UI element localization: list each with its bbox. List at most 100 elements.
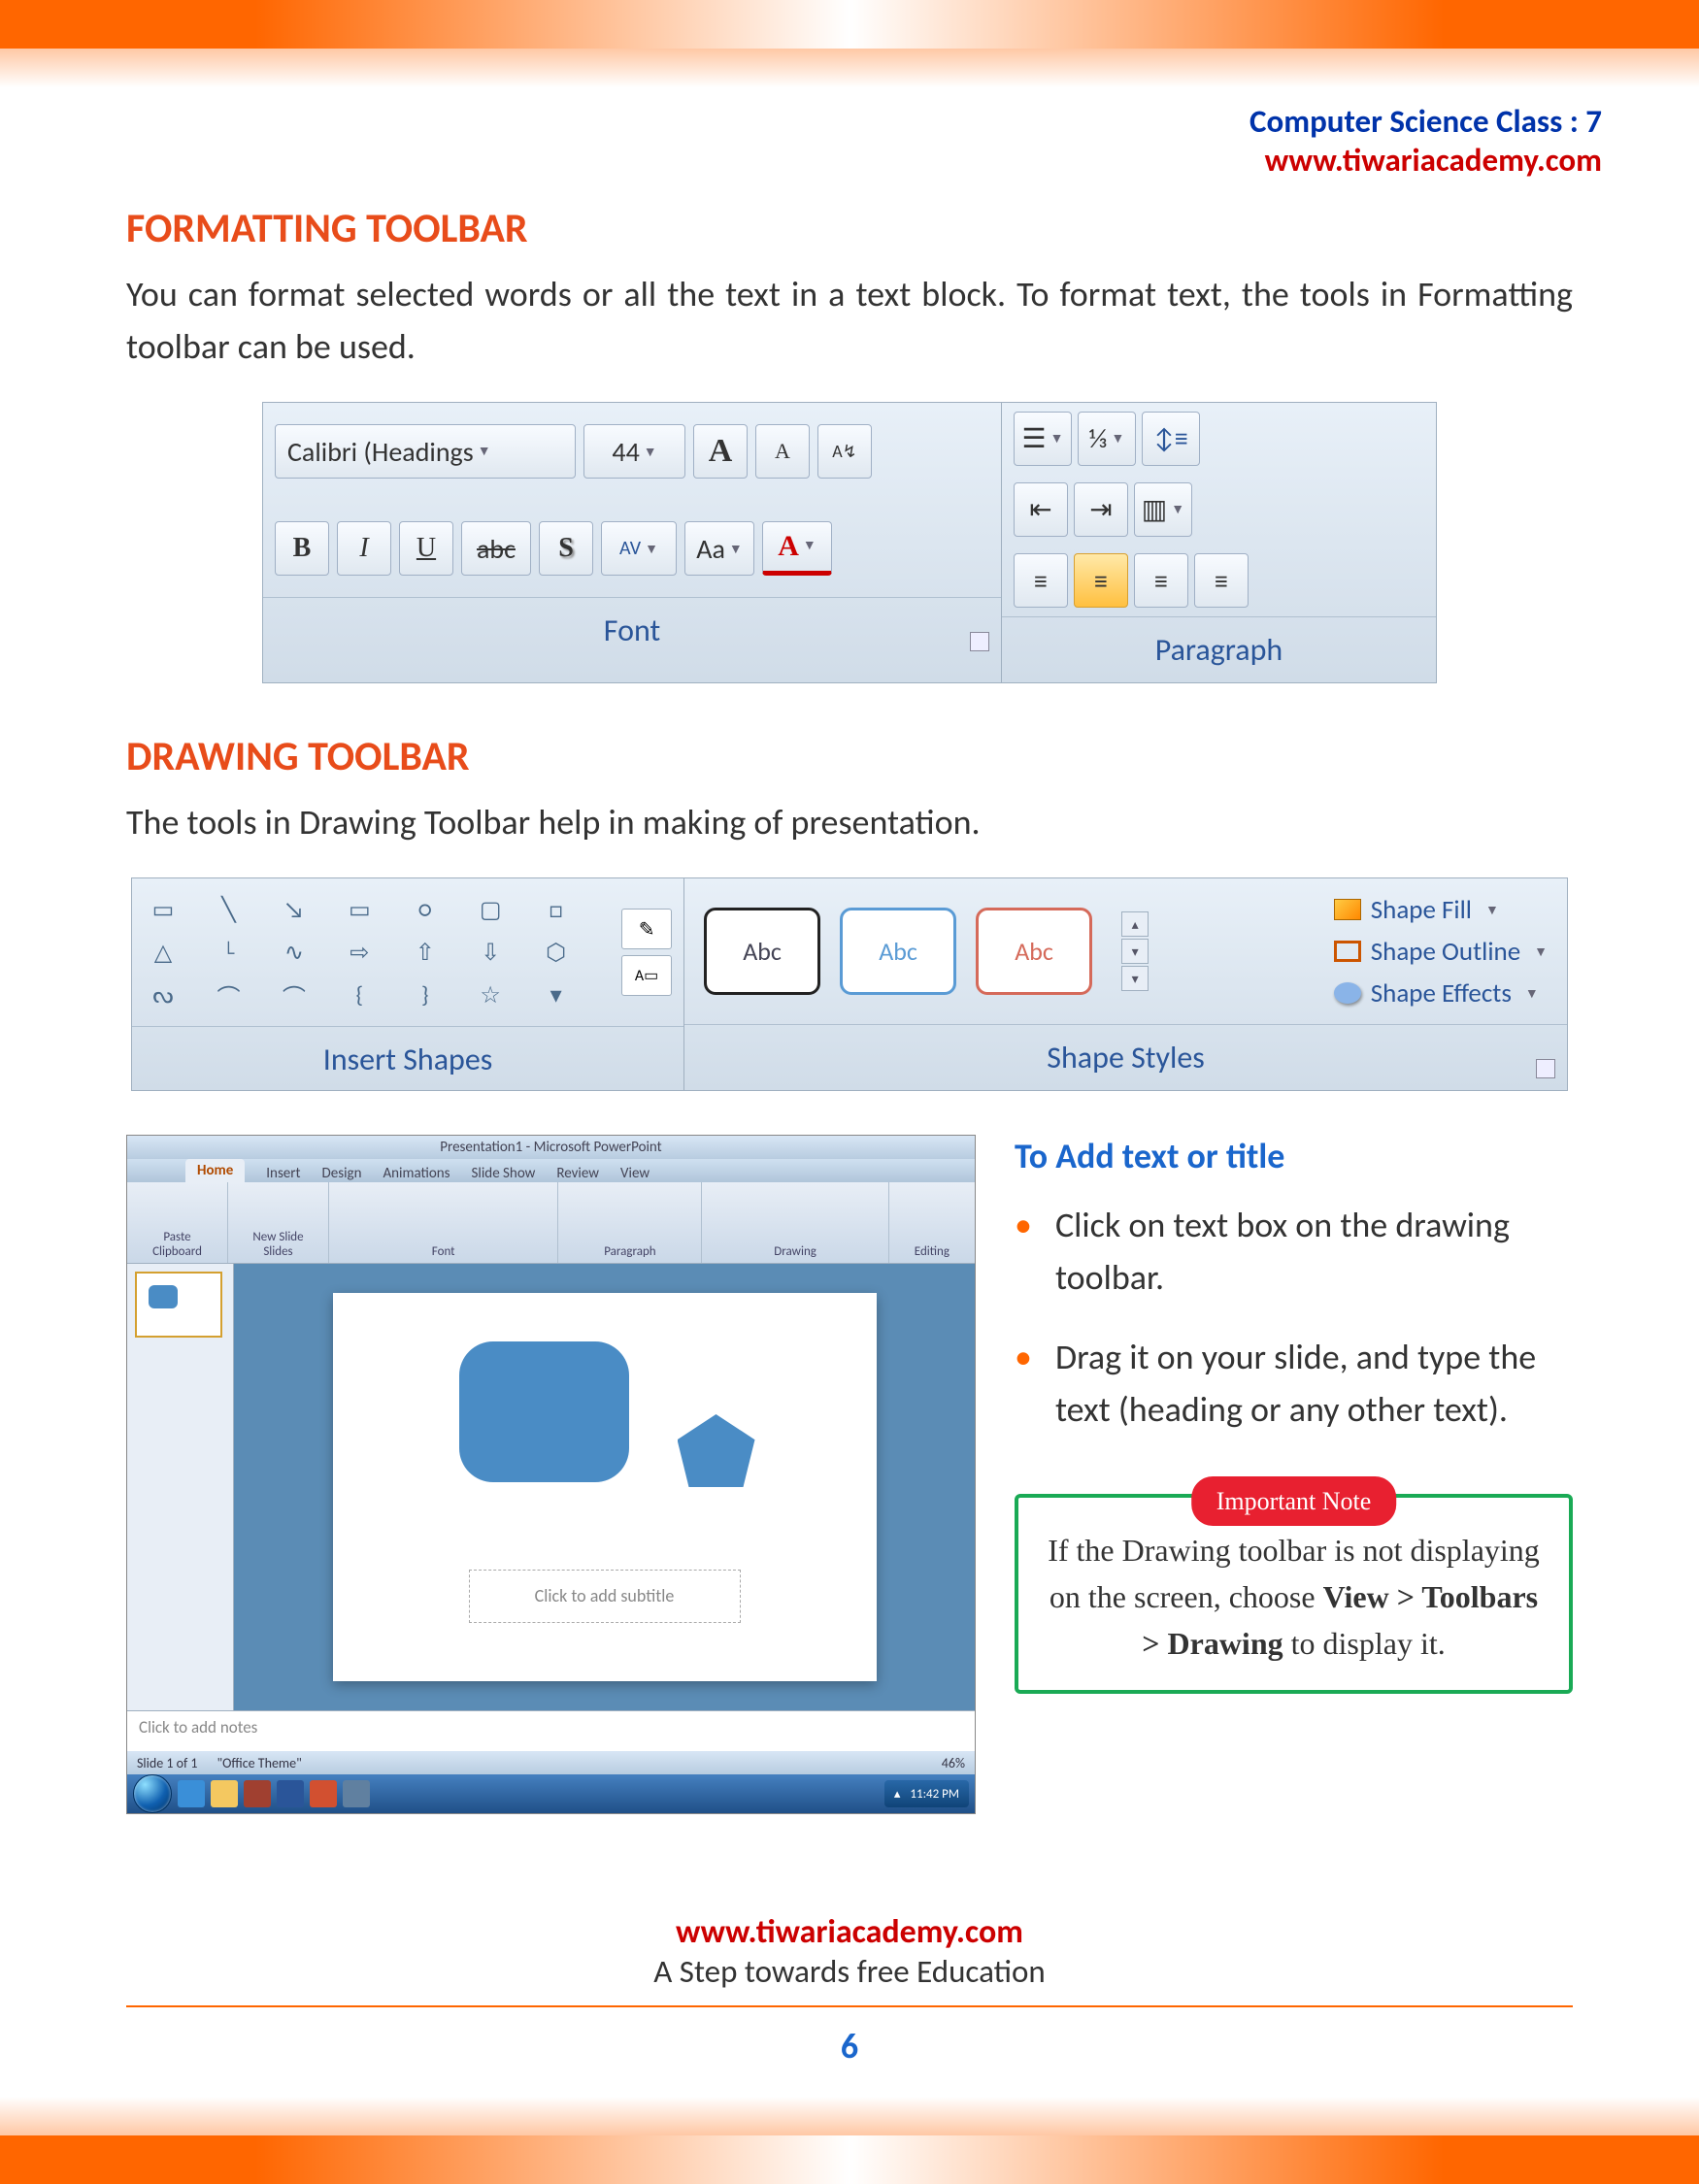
rbrace-icon[interactable]: }: [406, 976, 445, 1014]
powerpoint-taskbar-icon[interactable]: [310, 1780, 337, 1807]
font-color-button[interactable]: A▼: [762, 521, 832, 576]
pp-tab-review[interactable]: Review: [556, 1165, 599, 1182]
shape-style-1[interactable]: Abc: [704, 908, 820, 995]
clock: 11:42 PM: [910, 1787, 959, 1802]
word-taskbar-icon[interactable]: [277, 1780, 304, 1807]
app2-taskbar-icon[interactable]: [343, 1780, 370, 1807]
pp-tab-slideshow[interactable]: Slide Show: [472, 1165, 536, 1182]
spacing-button[interactable]: AV▼: [601, 521, 677, 576]
rect-icon[interactable]: ▭: [340, 890, 379, 929]
pp-teardrop-shape[interactable]: [678, 1414, 755, 1487]
connector-icon[interactable]: ⌒: [209, 976, 248, 1014]
arc-icon[interactable]: ⌒: [275, 976, 314, 1014]
case-button[interactable]: Aa▼: [684, 521, 754, 576]
pp-tab-home[interactable]: Home: [185, 1159, 245, 1182]
bold-button[interactable]: B: [275, 521, 329, 576]
font-size-dropdown[interactable]: 44▼: [583, 424, 685, 479]
powerpoint-screenshot: Presentation1 - Microsoft PowerPoint Hom…: [126, 1135, 976, 1814]
pp-paste-label: Paste: [163, 1230, 190, 1244]
textbox-button[interactable]: A▭: [621, 955, 672, 996]
align-center-button[interactable]: ≡: [1074, 553, 1128, 608]
shape-outline-button[interactable]: Shape Outline ▼: [1334, 936, 1548, 968]
bottom-border: [0, 2135, 1699, 2184]
pp-rounded-rect-shape[interactable]: [459, 1341, 629, 1482]
freeform-icon[interactable]: ⬡: [537, 933, 576, 972]
scribble-icon[interactable]: ᔓ: [144, 976, 183, 1014]
edit-shape-button[interactable]: ✎: [621, 909, 672, 949]
pp-thumb-1[interactable]: [135, 1272, 222, 1338]
align-left-button[interactable]: ≡: [1014, 553, 1068, 608]
pp-tab-animations[interactable]: Animations: [383, 1165, 450, 1182]
app-taskbar-icon[interactable]: [244, 1780, 271, 1807]
pp-tab-design[interactable]: Design: [322, 1165, 362, 1182]
pp-status-zoom: 46%: [942, 1755, 965, 1771]
italic-button[interactable]: I: [337, 521, 391, 576]
roundrect-icon[interactable]: ▢: [471, 890, 510, 929]
shape-style-2[interactable]: Abc: [840, 908, 956, 995]
strike-button[interactable]: abc: [461, 521, 531, 576]
pp-drawing-label: Drawing: [774, 1244, 816, 1259]
elbow-icon[interactable]: └: [209, 933, 248, 972]
pp-slide-panel[interactable]: [127, 1264, 234, 1710]
bullet-icon: •: [1015, 1331, 1032, 1436]
styles-expand[interactable]: ▾: [1121, 966, 1149, 991]
bucket-icon: [1334, 899, 1361, 920]
linespacing-button[interactable]: ↕≡: [1142, 412, 1200, 466]
windows-taskbar: ▴11:42 PM: [127, 1774, 975, 1813]
triangle-icon[interactable]: △: [144, 933, 183, 972]
explorer-taskbar-icon[interactable]: [211, 1780, 238, 1807]
pp-status-bar: Slide 1 of 1 "Office Theme" 46%: [127, 1751, 975, 1774]
blockarrow-icon[interactable]: ⇨: [340, 933, 379, 972]
outdent-button[interactable]: ⇤: [1014, 482, 1068, 537]
page-number: 6: [0, 2025, 1699, 2068]
pp-notes-pane[interactable]: Click to add notes: [127, 1710, 975, 1751]
star-icon[interactable]: ☆: [471, 976, 510, 1014]
shrink-font-button[interactable]: A: [755, 424, 810, 479]
shapes-gallery[interactable]: ▭ ╲ ↘ ▭ ○ ▢ □ △ └ ∿ ⇨ ⇧ ⇩ ⬡ ᔓ ⌒ ⌒: [132, 878, 610, 1026]
uparrow-icon[interactable]: ⇧: [406, 933, 445, 972]
justify-button[interactable]: ≡: [1194, 553, 1249, 608]
font-name-dropdown[interactable]: Calibri (Headings▼: [275, 424, 576, 479]
pp-slide[interactable]: Click to add subtitle: [333, 1293, 877, 1681]
footer-url: www.tiwariacademy.com: [0, 1912, 1699, 1952]
line-icon[interactable]: ╲: [209, 890, 248, 929]
indent-button[interactable]: ⇥: [1074, 482, 1128, 537]
downarrow-icon[interactable]: ⇩: [471, 933, 510, 972]
font-ribbon: Calibri (Headings▼ 44▼ A A A↯ B I U abc …: [262, 402, 1437, 683]
shape-style-3[interactable]: Abc: [976, 908, 1092, 995]
font-dialog-launcher[interactable]: [970, 632, 989, 651]
more-icon[interactable]: ▾: [537, 976, 576, 1014]
shape-effects-button[interactable]: Shape Effects ▼: [1334, 977, 1548, 1009]
shadow-button[interactable]: S: [539, 521, 593, 576]
columns-button[interactable]: ▥▼: [1134, 482, 1192, 537]
pp-subtitle-placeholder[interactable]: Click to add subtitle: [469, 1570, 741, 1623]
underline-button[interactable]: U: [399, 521, 453, 576]
bullets-button[interactable]: ☰▼: [1014, 412, 1072, 466]
styles-scroll-down[interactable]: ▾: [1121, 939, 1149, 964]
styles-dialog-launcher[interactable]: [1536, 1059, 1555, 1078]
square-icon[interactable]: □: [537, 890, 576, 929]
pp-slides-label: Slides: [263, 1244, 292, 1259]
bullet-icon: •: [1015, 1199, 1032, 1304]
textbox-icon[interactable]: ▭: [144, 890, 183, 929]
clear-format-button[interactable]: A↯: [817, 424, 872, 479]
header-class: Computer Science Class : 7: [0, 102, 1602, 141]
pp-tab-view[interactable]: View: [620, 1165, 650, 1182]
numbering-button[interactable]: ⅓▼: [1078, 412, 1136, 466]
align-right-button[interactable]: ≡: [1134, 553, 1188, 608]
bottom-fade: [0, 2097, 1699, 2135]
side-title: To Add text or title: [1015, 1135, 1573, 1177]
oval-icon[interactable]: ○: [406, 890, 445, 929]
arrow-icon[interactable]: ↘: [275, 890, 314, 929]
bullet-1: •Click on text box on the drawing toolba…: [1015, 1199, 1573, 1304]
pp-canvas[interactable]: Click to add subtitle: [234, 1264, 975, 1710]
system-tray[interactable]: ▴11:42 PM: [884, 1780, 969, 1807]
ie-taskbar-icon[interactable]: [178, 1780, 205, 1807]
curve-icon[interactable]: ∿: [275, 933, 314, 972]
shape-fill-button[interactable]: Shape Fill ▼: [1334, 894, 1548, 926]
grow-font-button[interactable]: A: [693, 424, 748, 479]
pp-tab-insert[interactable]: Insert: [266, 1165, 300, 1182]
start-orb-icon[interactable]: [133, 1774, 172, 1813]
lbrace-icon[interactable]: {: [340, 976, 379, 1014]
styles-scroll-up[interactable]: ▴: [1121, 911, 1149, 937]
